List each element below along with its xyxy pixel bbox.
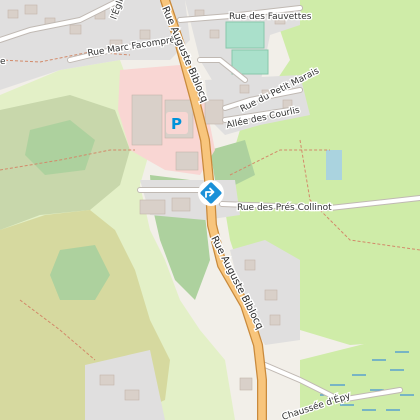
parking-letter: P	[171, 115, 182, 133]
pond	[326, 150, 342, 180]
map-view[interactable]: P Rue des Fauvettes Rue Marc Facompré l'…	[0, 0, 420, 420]
parking-icon[interactable]: P	[166, 112, 188, 134]
sports-pitch-1	[225, 21, 265, 49]
directions-marker-icon[interactable]	[198, 180, 224, 206]
label-rue-des-pres-collinot: Rue des Prés Collinot	[237, 202, 332, 213]
label-left-edge: e	[0, 57, 6, 67]
map-canvas[interactable]: P Rue des Fauvettes Rue Marc Facompré l'…	[0, 0, 420, 420]
label-rue-des-fauvettes: Rue des Fauvettes	[229, 12, 312, 22]
